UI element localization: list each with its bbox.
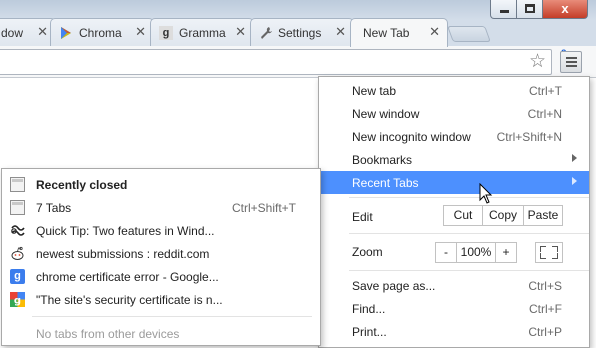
google-icon: g (10, 269, 25, 284)
tab-title: New Tab (363, 26, 410, 40)
menu-item-new-tab[interactable]: New tab Ctrl+T (319, 79, 589, 102)
recent-item[interactable]: Quick Tip: Two features in Wind... (2, 219, 320, 241)
menu-label: Bookmarks (352, 153, 413, 167)
tab-new-tab[interactable]: New Tab ✕ (350, 18, 448, 47)
menu-shortcut: Ctrl+N (527, 107, 562, 121)
recent-item-shortcut: Ctrl+Shift+T (231, 201, 296, 215)
recent-item-label: newest submissions : reddit.com (36, 247, 210, 261)
menu-shortcut: Ctrl+S (528, 279, 562, 293)
recent-tabs-submenu: Recently closed 7 Tabs Ctrl+Shift+T Quic… (1, 168, 321, 346)
menu-label: New incognito window (352, 130, 471, 144)
menu-label: Zoom (352, 245, 383, 259)
menu-label: Edit (352, 210, 373, 224)
menu-item-find[interactable]: Find... Ctrl+F (319, 297, 589, 320)
reddit-icon (11, 246, 24, 260)
menu-label: New window (352, 107, 420, 121)
copy-button[interactable]: Copy (482, 205, 524, 226)
menu-separator (349, 233, 589, 234)
zoom-out-button[interactable]: - (435, 242, 457, 263)
menu-shortcut: Ctrl+F (529, 302, 562, 316)
submenu-header: Recently closed (36, 178, 128, 192)
recent-item[interactable]: newest submissions : reddit.com (2, 242, 320, 264)
zoom-level: 100% (456, 242, 496, 263)
recent-item-7-tabs[interactable]: 7 Tabs Ctrl+Shift+T (2, 196, 320, 218)
recent-item-label: "The site's security certificate is n... (36, 293, 223, 307)
recent-item[interactable]: g chrome certificate error - Google... (2, 265, 320, 287)
svg-text:g: g (14, 296, 21, 307)
recent-item-label: 7 Tabs (36, 201, 72, 215)
recent-item-label: chrome certificate error - Google... (36, 270, 219, 284)
menu-shortcut: Ctrl+P (528, 325, 562, 339)
tab-close-icon[interactable]: ✕ (37, 24, 48, 40)
tab-title: dow (1, 26, 24, 40)
recent-item[interactable]: g "The site's security certificate is n.… (2, 288, 320, 310)
tab-grammarly[interactable]: g Gramma ✕ (150, 18, 254, 46)
wrench-icon (261, 27, 272, 39)
chrome-menu: New tab Ctrl+T New window Ctrl+N New inc… (318, 76, 590, 348)
menu-item-new-window[interactable]: New window Ctrl+N (319, 102, 589, 125)
menu-label: Recent Tabs (352, 176, 419, 190)
omnibox[interactable] (0, 49, 552, 75)
menu-shortcut: Ctrl+T (529, 84, 562, 98)
tab-close-icon[interactable]: ✕ (429, 24, 440, 40)
menu-item-recent-tabs[interactable]: Recent Tabs (319, 171, 589, 194)
toolbar: ☆ a (0, 46, 596, 78)
paste-button[interactable]: Paste (523, 205, 563, 226)
google-icon: g (10, 292, 25, 307)
play-store-icon (61, 27, 71, 39)
recent-item-label: Quick Tip: Two features in Wind... (36, 224, 215, 238)
submenu-arrow-icon (572, 177, 577, 185)
close-window-button[interactable]: x (542, 0, 588, 19)
menu-separator (349, 197, 589, 198)
menu-item-new-incognito[interactable]: New incognito window Ctrl+Shift+N (319, 125, 589, 148)
tab-chroma[interactable]: Chroma ✕ (50, 18, 154, 46)
maximize-button[interactable] (516, 0, 543, 19)
menu-item-save-page[interactable]: Save page as... Ctrl+S (319, 274, 589, 297)
menu-item-bookmarks[interactable]: Bookmarks (319, 148, 589, 171)
menu-label: Print... (352, 325, 387, 339)
chrome-menu-button[interactable] (560, 51, 582, 73)
minimize-icon (500, 10, 509, 13)
tab-dow[interactable]: dow ✕ (0, 18, 56, 46)
other-devices-item: No tabs from other devices (2, 322, 320, 344)
grammarly-icon: g (159, 26, 173, 40)
submenu-arrow-icon (572, 154, 577, 162)
folder-icon (10, 177, 25, 192)
folder-icon (10, 200, 25, 215)
hamburger-icon (566, 57, 577, 59)
menu-shortcut: Ctrl+Shift+N (496, 130, 562, 144)
other-devices-label: No tabs from other devices (36, 327, 180, 341)
menu-label: Find... (352, 302, 386, 316)
cut-button[interactable]: Cut (443, 205, 483, 226)
fullscreen-icon[interactable] (535, 242, 563, 263)
minimize-button[interactable] (490, 0, 517, 19)
tab-close-icon[interactable]: ✕ (335, 24, 346, 40)
star-icon[interactable]: ☆ (529, 50, 546, 73)
menu-separator (349, 270, 589, 271)
tab-close-icon[interactable]: ✕ (135, 24, 146, 40)
new-tab-button[interactable] (447, 26, 491, 42)
menu-label: New tab (352, 84, 397, 98)
menu-item-print[interactable]: Print... Ctrl+P (319, 320, 589, 343)
maximize-icon (525, 4, 535, 13)
menu-label: Save page as... (352, 279, 436, 293)
tab-close-icon[interactable]: ✕ (235, 24, 246, 40)
submenu-separator (32, 316, 312, 317)
mouse-cursor-icon (479, 183, 493, 204)
recently-closed-header: Recently closed (2, 173, 320, 195)
tab-title: Chroma (79, 26, 122, 40)
tab-settings[interactable]: Settings ✕ (250, 18, 354, 46)
script-icon (11, 225, 25, 236)
zoom-in-button[interactable]: + (495, 242, 517, 263)
tab-title: Gramma (179, 26, 226, 40)
tab-title: Settings (278, 26, 322, 40)
